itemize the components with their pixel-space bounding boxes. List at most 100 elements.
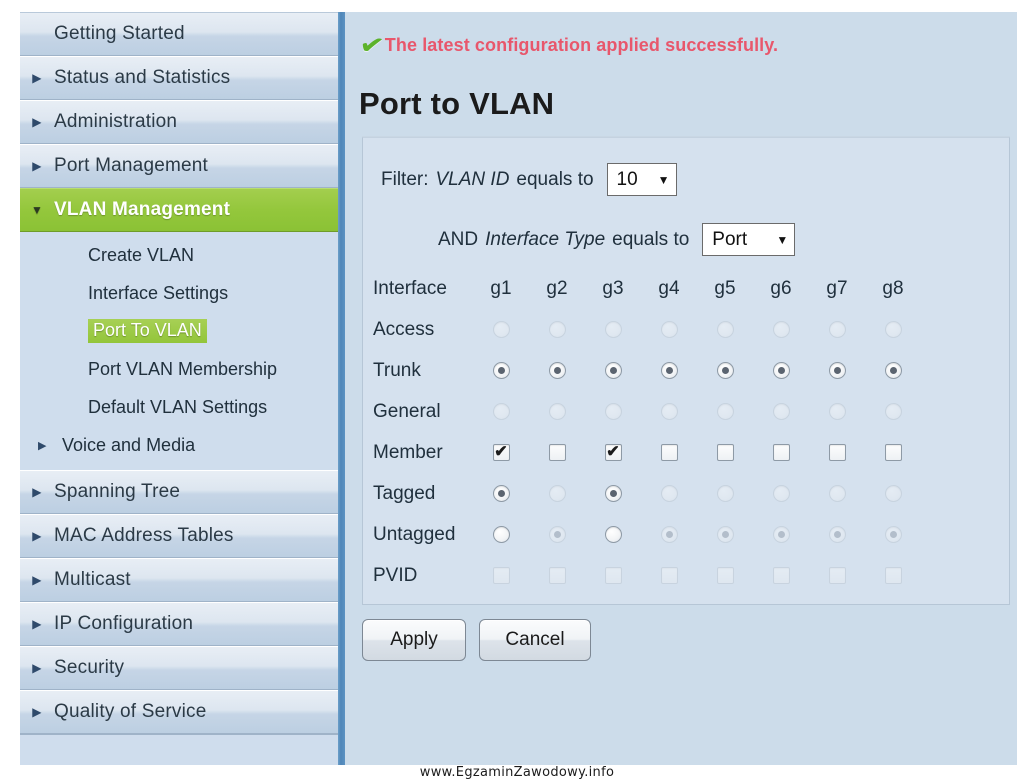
grid-cell-member-g2[interactable] [544,440,570,466]
sidebar-item-quality-of-service[interactable]: ▶ Quality of Service [20,690,338,734]
sidebar-item-ip-configuration[interactable]: ▶ IP Configuration [20,602,338,646]
sidebar-item-status-and-statistics[interactable]: ▶ Status and Statistics [20,56,338,100]
radio-general-g7 [828,403,846,420]
checkbox-member-g4[interactable] [660,444,678,461]
sidebar-subitem-port-vlan-membership[interactable]: Port VLAN Membership [20,350,338,388]
radio-access-g6 [772,321,790,338]
grid-row-label: Trunk [373,359,421,381]
checkbox-pvid-g7 [828,567,846,584]
sidebar-item-label: VLAN Management [54,199,231,220]
radio-trunk-g7[interactable] [828,362,846,379]
checkbox-member-g2[interactable] [548,444,566,461]
sidebar-item-getting-started[interactable]: ▶Getting Started [20,12,338,56]
sidebar-item-administration[interactable]: ▶ Administration [20,100,338,144]
radio-general-g3 [604,403,622,420]
radio-untagged-g3[interactable] [604,526,622,543]
radio-trunk-g3[interactable] [604,362,622,379]
grid-cell-member-g4[interactable] [656,440,682,466]
sidebar-item-label: Port Management [54,155,209,176]
sidebar-item-label: Administration [54,111,178,132]
radio-trunk-g1[interactable] [492,362,510,379]
grid-cell-access-g1 [488,317,514,343]
grid-cell-trunk-g8[interactable] [880,358,906,384]
filter-label: Filter: [381,168,429,190]
grid-cell-tagged-g3[interactable] [600,481,626,507]
checkbox-member-g7[interactable] [828,444,846,461]
grid-cell-pvid-g4 [656,563,682,589]
sidebar-item-security[interactable]: ▶ Security [20,646,338,690]
chevron-right-icon: ▶ [32,661,42,675]
vlan-id-select[interactable]: 10 ▼ [606,163,677,196]
grid-cell-untagged-g3[interactable] [600,522,626,548]
grid-cell-untagged-g1[interactable] [488,522,514,548]
sidebar-subitem-default-vlan-settings[interactable]: Default VLAN Settings [20,388,338,426]
grid-cell-general-g3 [600,399,626,425]
grid-cell-access-g2 [544,317,570,343]
radio-trunk-g5[interactable] [716,362,734,379]
interface-type-select[interactable]: Port ▼ [702,223,796,256]
status-banner: ✔ The latest configuration applied succe… [357,28,778,61]
filter-and-label: AND [438,228,479,250]
checkbox-member-g5[interactable] [716,444,734,461]
radio-trunk-g6[interactable] [772,362,790,379]
grid-row-untagged: Untagged [373,514,1003,555]
grid-cell-trunk-g4[interactable] [656,358,682,384]
radio-tagged-g7 [828,485,846,502]
checkbox-member-g8[interactable] [884,444,902,461]
grid-column-header-g6: g6 [770,277,792,299]
radio-tagged-g1[interactable] [492,485,510,502]
grid-cell-member-g8[interactable] [880,440,906,466]
sidebar-item-label: Security [54,657,125,678]
sidebar-item-mac-address-tables[interactable]: ▶ MAC Address Tables [20,514,338,558]
checkbox-pvid-g4 [660,567,678,584]
grid-cell-access-g6 [768,317,794,343]
grid-cell-trunk-g7[interactable] [824,358,850,384]
grid-cell-trunk-g6[interactable] [768,358,794,384]
grid-cell-member-g6[interactable] [768,440,794,466]
sidebar-subitem-label: Port To VLAN [88,319,207,343]
grid-cell-trunk-g2[interactable] [544,358,570,384]
checkbox-member-g3[interactable] [604,444,622,461]
grid-cell-member-g7[interactable] [824,440,850,466]
checkbox-pvid-g3 [604,567,622,584]
sidebar-item-spanning-tree[interactable]: ▶ Spanning Tree [20,470,338,514]
sidebar-item-label: Quality of Service [54,701,207,722]
checkbox-member-g1[interactable] [492,444,510,461]
sidebar-item-port-management[interactable]: ▶ Port Management [20,144,338,188]
radio-untagged-g2 [548,526,566,543]
radio-untagged-g1[interactable] [492,526,510,543]
radio-trunk-g8[interactable] [884,362,902,379]
radio-trunk-g4[interactable] [660,362,678,379]
apply-button[interactable]: Apply [362,619,466,661]
grid-cell-trunk-g5[interactable] [712,358,738,384]
sidebar-item-vlan-management[interactable]: ▼ VLAN Management [20,188,338,232]
grid-cell-untagged-g7 [824,522,850,548]
cancel-button[interactable]: Cancel [479,619,591,661]
radio-access-g3 [604,321,622,338]
grid-row-label: Tagged [373,482,436,504]
grid-cell-tagged-g1[interactable] [488,481,514,507]
sidebar-subitem-port-to-vlan[interactable]: Port To VLAN [20,312,338,350]
sidebar-item-label: IP Configuration [54,613,194,634]
sidebar-subitem-voice-and-media[interactable]: ▶ Voice and Media [20,426,338,464]
grid-column-header-g5: g5 [714,277,736,299]
grid-cell-member-g5[interactable] [712,440,738,466]
grid-row-label: Untagged [373,523,456,545]
radio-general-g4 [660,403,678,420]
radio-trunk-g2[interactable] [548,362,566,379]
port-vlan-grid: Interface g1 g2 g3 g4 g5 g6 g7 g8 Access Trunk Gene… [373,268,1003,596]
filter-field-interface-type: Interface Type [485,228,606,250]
page-title: Port to VLAN [359,86,555,121]
sidebar-subitem-create-vlan[interactable]: Create VLAN [20,236,338,274]
grid-cell-trunk-g3[interactable] [600,358,626,384]
radio-tagged-g3[interactable] [604,485,622,502]
grid-cell-member-g1[interactable] [488,440,514,466]
checkbox-member-g6[interactable] [772,444,790,461]
grid-cell-general-g4 [656,399,682,425]
grid-cell-tagged-g8 [880,481,906,507]
grid-cell-member-g3[interactable] [600,440,626,466]
grid-cell-trunk-g1[interactable] [488,358,514,384]
radio-untagged-g6 [772,526,790,543]
sidebar-item-multicast[interactable]: ▶ Multicast [20,558,338,602]
sidebar-subitem-interface-settings[interactable]: Interface Settings [20,274,338,312]
